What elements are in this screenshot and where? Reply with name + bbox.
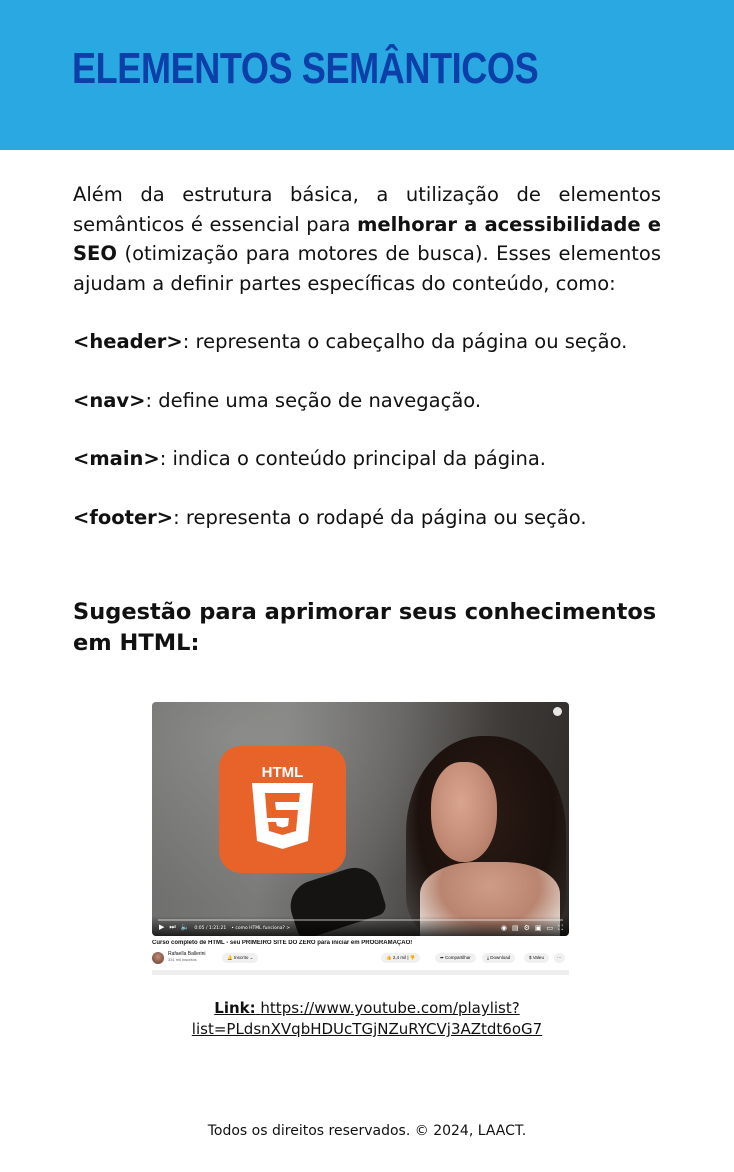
miniplayer-icon[interactable]: ▣ bbox=[535, 924, 542, 932]
tag-description: : indica o conteúdo principal da página. bbox=[159, 447, 547, 470]
gear-icon[interactable]: ⚙ bbox=[524, 924, 530, 932]
header-banner: ELEMENTOS SEMÂNTICOS bbox=[0, 0, 734, 150]
intro-paragraph: Além da estrutura básica, a utilização d… bbox=[73, 180, 661, 298]
tag-description: : representa o cabeçalho da página ou se… bbox=[182, 330, 628, 353]
tag-name: <main> bbox=[73, 447, 160, 470]
tag-item-header: <header>: representa o cabeçalho da pági… bbox=[73, 327, 661, 357]
tag-description: : representa o rodapé da página ou seção… bbox=[173, 505, 587, 529]
video-title[interactable]: Curso completo de HTML - seu PRIMEIRO SI… bbox=[152, 940, 569, 946]
subscribe-button[interactable]: 🔔 Inscrito ⌄ bbox=[222, 953, 259, 963]
video-thumbnail[interactable]: HTML ▶ ⏭ 🔈 0:05 / 1:21:21 • como HTML funcio… bbox=[152, 702, 569, 975]
link-url-part1[interactable]: https://www.youtube.com/playlist? bbox=[260, 999, 519, 1017]
info-icon[interactable] bbox=[553, 707, 562, 716]
bell-icon: 🔔 bbox=[227, 955, 234, 960]
download-button[interactable]: ⤓ Download bbox=[482, 953, 516, 963]
time-display: 0:05 / 1:21:21 bbox=[194, 926, 227, 931]
tag-item-nav: <nav>: define uma seção de navegação. bbox=[73, 386, 661, 416]
autoplay-toggle-icon[interactable]: ◉ bbox=[501, 924, 507, 932]
copyright-footer: Todos os direitos reservados. © 2024, LA… bbox=[207, 1123, 527, 1139]
volume-icon[interactable]: 🔈 bbox=[181, 923, 190, 931]
page-title: ELEMENTOS SEMÂNTICOS bbox=[72, 44, 539, 93]
player-controls: ▶ ⏭ 🔈 0:05 / 1:21:21 • como HTML funciona? >… bbox=[152, 916, 569, 936]
suggestion-heading: Sugestão para aprimorar seus conheciment… bbox=[73, 599, 657, 656]
link-url-part2[interactable]: list=PLdsnXVqbHDUcTGjNZuRYCVj3AZtdt6oG7 bbox=[160, 1019, 574, 1040]
theater-icon[interactable]: ▭ bbox=[546, 924, 553, 932]
fullscreen-icon[interactable]: ⛶ bbox=[558, 924, 563, 932]
play-icon[interactable]: ▶ bbox=[159, 923, 164, 931]
more-button[interactable]: ··· bbox=[554, 953, 565, 963]
intro-text-2: (otimização para motores de busca). Esse… bbox=[73, 242, 661, 295]
chapter-label[interactable]: • como HTML funciona? > bbox=[231, 926, 290, 931]
like-icon: 👍 bbox=[386, 955, 393, 960]
tag-item-main: <main>: indica o conteúdo principal da p… bbox=[73, 444, 661, 474]
tag-name: <header> bbox=[73, 330, 183, 353]
subtitles-icon[interactable]: ▤ bbox=[512, 924, 519, 932]
html5-shield-icon bbox=[252, 783, 313, 849]
share-button[interactable]: ➦ Compartilhar bbox=[435, 953, 476, 963]
playlist-link[interactable]: Link: https://www.youtube.com/playlist? … bbox=[160, 998, 574, 1040]
link-label: Link: bbox=[214, 999, 256, 1017]
thanks-button[interactable]: $ Valeu bbox=[524, 953, 549, 963]
video-player[interactable]: HTML ▶ ⏭ 🔈 0:05 / 1:21:21 • como HTML funcio… bbox=[152, 702, 569, 936]
tag-item-footer: <footer>: representa o rodapé da página … bbox=[73, 503, 661, 533]
video-meta: Rafaella Ballerini 331 mil inscritos 🔔 I… bbox=[152, 950, 569, 968]
avatar[interactable] bbox=[152, 952, 164, 964]
tag-name: <footer> bbox=[73, 505, 174, 529]
tag-name: <nav> bbox=[73, 388, 146, 412]
main-content: Além da estrutura básica, a utilização d… bbox=[73, 180, 661, 532]
progress-bar[interactable] bbox=[158, 919, 563, 921]
like-button[interactable]: 👍 2,4 mil | 👎 bbox=[381, 953, 421, 963]
chevron-down-icon: ⌄ bbox=[248, 955, 254, 960]
dislike-icon: | 👎 bbox=[406, 955, 416, 960]
html5-logo: HTML bbox=[219, 746, 346, 873]
subscriber-count: 331 mil inscritos bbox=[168, 957, 197, 962]
next-icon[interactable]: ⏭ bbox=[169, 923, 175, 931]
tag-description: : define uma seção de navegação. bbox=[145, 388, 482, 412]
